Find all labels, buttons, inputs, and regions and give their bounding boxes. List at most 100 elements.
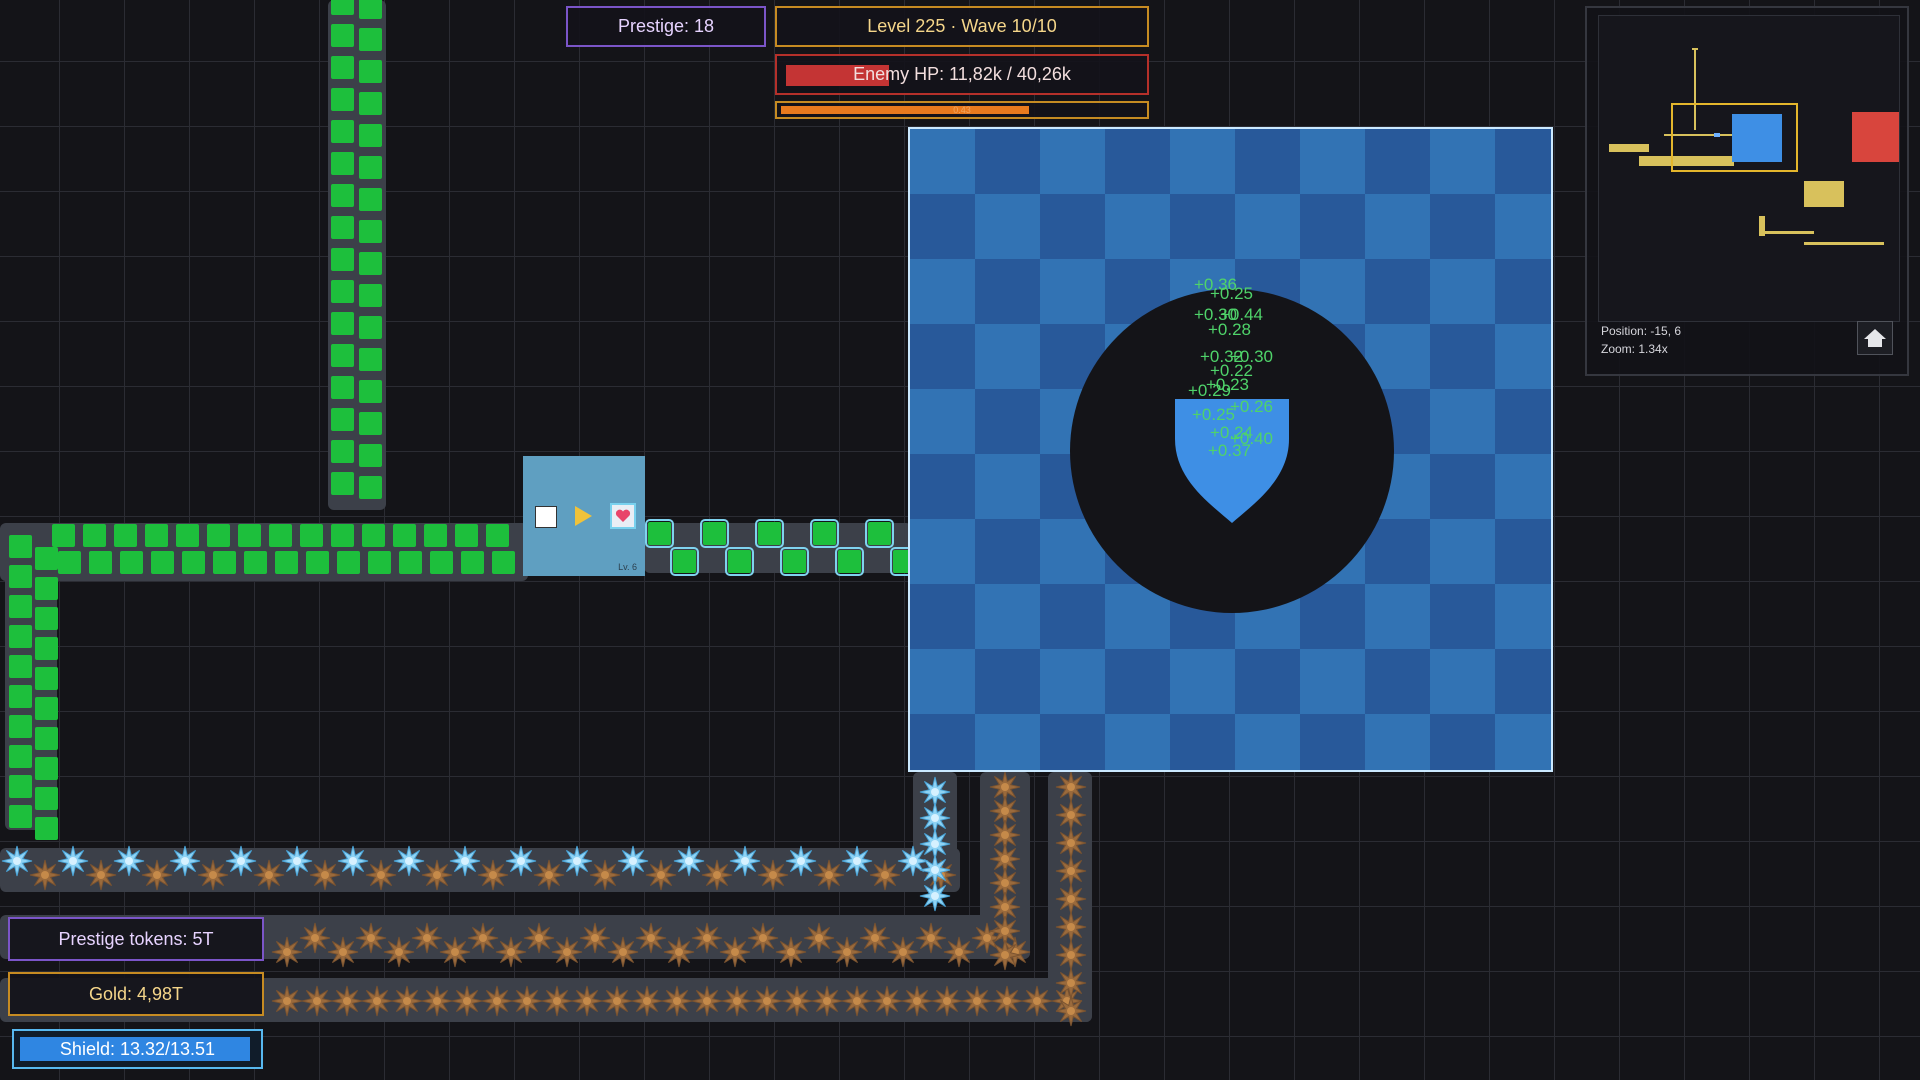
boss-cell: [1300, 194, 1365, 259]
boss-cell: [1495, 649, 1551, 714]
item-tile: [275, 551, 298, 574]
boss-cell: [1365, 714, 1430, 770]
play-icon: [575, 506, 592, 526]
boss-cell: [1430, 454, 1495, 519]
boss-cell: [1430, 259, 1495, 324]
boss-cell: [1170, 194, 1235, 259]
item-tile: [9, 745, 32, 768]
factory-block[interactable]: Lv. 6: [523, 456, 645, 576]
damage-number: +0.29: [1188, 381, 1232, 400]
item-tile: [35, 727, 58, 750]
item-tile: [331, 0, 354, 15]
item-tile: [269, 524, 292, 547]
input-slot[interactable]: [535, 506, 557, 528]
boss-enemy[interactable]: +0.36 +0.25 +0.30 +0.44 +0.28 +0.32 +0.30 +0.22…: [908, 127, 1553, 772]
factory-level-label: Lv. 6: [618, 562, 637, 572]
spike-tower-icon: [631, 985, 663, 1017]
item-tile: [670, 547, 699, 576]
spike-tower-icon: [361, 985, 393, 1017]
item-tile: [700, 519, 729, 548]
damage-number: +0.37: [1208, 441, 1252, 460]
boss-cell: [1040, 259, 1105, 324]
minimap-panel[interactable]: Position: -15, 6 Zoom: 1.34x: [1585, 6, 1909, 376]
damage-number: +0.25: [1210, 284, 1254, 303]
item-tile: [331, 184, 354, 207]
item-tile: [176, 524, 199, 547]
item-tile: [359, 284, 382, 307]
item-tile: [359, 220, 382, 243]
boss-cell: [910, 389, 975, 454]
item-tile: [244, 551, 267, 574]
boss-cell: [1300, 129, 1365, 194]
item-tile: [331, 408, 354, 431]
boss-cell: [1365, 259, 1430, 324]
item-tile: [35, 547, 58, 570]
item-tile: [331, 152, 354, 175]
heart-icon[interactable]: [610, 503, 636, 529]
boss-cell: [1495, 389, 1551, 454]
damage-number: +0.25: [1192, 405, 1236, 424]
item-tile: [359, 252, 382, 275]
item-tile: [393, 524, 416, 547]
boss-cell: [910, 454, 975, 519]
item-tile: [486, 524, 509, 547]
boss-cell: [1105, 714, 1170, 770]
item-tile: [359, 316, 382, 339]
minimap-position: Position: -15, 6: [1601, 324, 1682, 338]
minimap-drawing: [1609, 48, 1899, 245]
minimap-view[interactable]: [1598, 15, 1900, 322]
boss-cell: [1430, 129, 1495, 194]
item-tile: [35, 697, 58, 720]
item-tile: [89, 551, 112, 574]
spike-tower-icon: [991, 985, 1023, 1017]
boss-cell: [1365, 584, 1430, 649]
item-tile: [151, 551, 174, 574]
boss-cell: [910, 194, 975, 259]
spike-tower-icon: [331, 985, 363, 1017]
item-tile: [492, 551, 515, 574]
home-button[interactable]: [1857, 321, 1893, 355]
item-tile: [9, 595, 32, 618]
item-tile: [300, 524, 323, 547]
item-tile: [835, 547, 864, 576]
boss-cell: [1430, 389, 1495, 454]
boss-cell: [975, 389, 1040, 454]
item-tile: [645, 519, 674, 548]
spike-tower-icon: [511, 985, 543, 1017]
boss-cell: [1430, 584, 1495, 649]
spike-tower-icon: [919, 880, 951, 912]
item-tile: [207, 524, 230, 547]
spike-tower-icon: [931, 985, 963, 1017]
spike-tower-icon: [841, 985, 873, 1017]
spike-tower-icon: [601, 985, 633, 1017]
prestige-counter: Prestige: 18: [566, 6, 766, 47]
boss-cell: [1235, 129, 1300, 194]
spike-tower-icon: [541, 985, 573, 1017]
boss-cell: [975, 714, 1040, 770]
wave-progress-fill: [781, 106, 1029, 114]
boss-cell: [1105, 129, 1170, 194]
boss-cell: [1365, 129, 1430, 194]
boss-cell: [1105, 649, 1170, 714]
boss-cell: [1495, 454, 1551, 519]
item-tile: [331, 24, 354, 47]
item-tile: [455, 524, 478, 547]
boss-cell: [1040, 194, 1105, 259]
boss-cell: [1040, 584, 1105, 649]
item-tile: [725, 547, 754, 576]
level-wave-indicator: Level 225 · Wave 10/10: [775, 6, 1149, 47]
boss-cell: [1365, 519, 1430, 584]
item-tile: [114, 524, 137, 547]
boss-cell: [910, 714, 975, 770]
boss-cell: [1430, 649, 1495, 714]
boss-cell: [910, 649, 975, 714]
item-tile: [865, 519, 894, 548]
item-tile: [362, 524, 385, 547]
item-tile: [83, 524, 106, 547]
item-tile: [331, 524, 354, 547]
item-tile: [35, 667, 58, 690]
item-tile: [359, 0, 382, 19]
boss-cell: [1365, 649, 1430, 714]
item-tile: [120, 551, 143, 574]
enemy-hp-bar: Enemy HP: 11,82k / 40,26k: [775, 54, 1149, 95]
